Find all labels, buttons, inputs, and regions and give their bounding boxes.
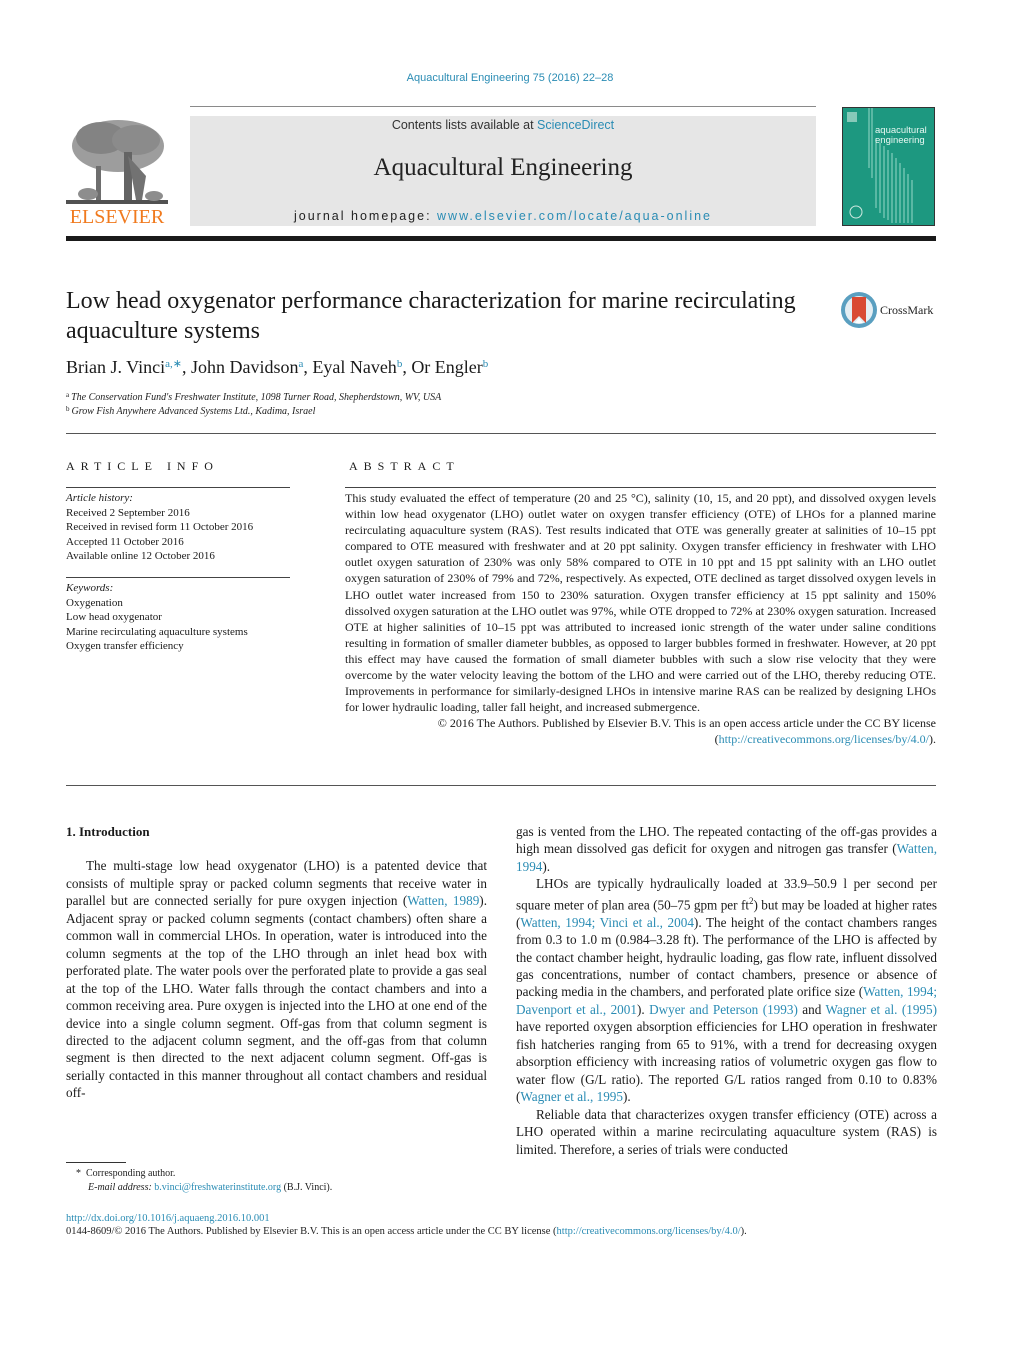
elsevier-wordmark[interactable]: ELSEVIER	[66, 206, 168, 229]
keywords: Keywords: Oxygenation Low head oxygenato…	[66, 581, 296, 654]
crossmark-icon	[841, 292, 877, 328]
author-list: Brian J. Vincia,∗, John Davidsona, Eyal …	[66, 357, 489, 377]
masthead-bottom-rule	[66, 236, 936, 241]
divider	[345, 487, 936, 488]
author-affiliation-marker[interactable]: b	[397, 358, 403, 370]
divider	[66, 785, 936, 786]
paragraph: Reliable data that characterizes oxygen …	[516, 1106, 937, 1157]
crossmark-badge[interactable]: CrossMark	[840, 291, 940, 331]
author-name[interactable]: Eyal Naveh	[312, 357, 396, 377]
citation-link[interactable]: Watten, 1994; Vinci et al., 2004	[520, 915, 694, 930]
cover-title: aquacultural engineering	[875, 125, 927, 146]
history-item: Received 2 September 2016	[66, 506, 190, 519]
keyword: Oxygenation	[66, 596, 123, 609]
author-name[interactable]: Or Engler	[411, 357, 482, 377]
article-info-heading: ARTICLE INFO	[66, 459, 219, 473]
paragraph: The multi-stage low head oxygenator (LHO…	[66, 858, 487, 1101]
crossmark-label: CrossMark	[880, 303, 934, 317]
paragraph: LHOs are typically hydraulically loaded …	[516, 876, 937, 1105]
citation-link[interactable]: Watten, 1989	[407, 893, 479, 908]
citation-link[interactable]: Watten, 1994	[516, 841, 937, 873]
contents-prefix: Contents lists available at	[391, 118, 538, 132]
homepage-prefix: journal homepage:	[294, 209, 438, 223]
issn-license-line: 0144-8609/© 2016 The Authors. Published …	[66, 1226, 747, 1237]
author-affiliation-marker[interactable]: b	[483, 358, 489, 370]
history-item: Received in revised form 11 October 2016	[66, 521, 254, 533]
divider	[66, 487, 290, 488]
author-affiliation-marker[interactable]: a	[298, 358, 303, 370]
article-history: Article history: Received 2 September 20…	[66, 491, 296, 564]
keywords-label: Keywords:	[66, 582, 114, 594]
sciencedirect-link[interactable]: ScienceDirect	[537, 118, 614, 132]
copyright-text: © 2016 The Authors. Published by Elsevie…	[437, 716, 936, 731]
footnote-divider	[66, 1162, 126, 1163]
abstract: This study evaluated the effect of tempe…	[345, 490, 936, 748]
cc-license-link[interactable]: http://creativecommons.org/licenses/by/4…	[719, 732, 929, 746]
history-item: Available online 12 October 2016	[66, 550, 215, 562]
body-column-right: gas is vented from the LHO. The repeated…	[516, 823, 937, 1158]
author-name[interactable]: Brian J. Vinci	[66, 357, 165, 377]
author-affiliation-marker[interactable]: a,∗	[165, 358, 182, 370]
abstract-copyright: © 2016 The Authors. Published by Elsevie…	[437, 716, 936, 747]
author-name[interactable]: John Davidson	[191, 357, 299, 377]
doi-link[interactable]: http://dx.doi.org/10.1016/j.aquaeng.2016…	[66, 1213, 270, 1224]
contents-line: Contents lists available at ScienceDirec…	[190, 118, 816, 132]
keyword: Marine recirculating aquaculture systems	[66, 625, 248, 638]
citation-link[interactable]: Dwyer and Peterson (1993)	[649, 1002, 798, 1017]
history-item: Accepted 11 October 2016	[66, 535, 184, 548]
footer-license-link[interactable]: http://creativecommons.org/licenses/by/4…	[557, 1226, 741, 1237]
section-heading: 1. Introduction	[66, 824, 150, 839]
keyword: Low head oxygenator	[66, 611, 162, 623]
citation-link[interactable]: Wagner et al. (1995)	[826, 1002, 937, 1017]
history-label: Article history:	[66, 492, 133, 504]
affiliation-b: b Grow Fish Anywhere Advanced Systems Ltd…	[66, 405, 316, 417]
divider	[66, 433, 936, 434]
keyword: Oxygen transfer efficiency	[66, 640, 184, 652]
abstract-text: This study evaluated the effect of tempe…	[345, 491, 936, 715]
superscript: 2	[749, 895, 754, 906]
article-title: Low head oxygenator performance characte…	[66, 288, 796, 344]
journal-homepage-link[interactable]: www.elsevier.com/locate/aqua-online	[437, 209, 712, 223]
homepage-line: journal homepage: www.elsevier.com/locat…	[190, 209, 816, 223]
affiliation-a: a The Conservation Fund's Freshwater Inst…	[66, 391, 442, 403]
abstract-heading: ABSTRACT	[349, 459, 460, 473]
email-link[interactable]: b.vinci@freshwaterinstitute.org	[154, 1182, 281, 1193]
journal-citation-link[interactable]: Aquacultural Engineering 75 (2016) 22–28	[0, 72, 1020, 84]
body-column-left: 1. Introduction The multi-stage low head…	[66, 823, 487, 1102]
divider	[66, 577, 290, 578]
paragraph: gas is vented from the LHO. The repeated…	[516, 824, 937, 874]
journal-cover-thumbnail[interactable]: aquacultural engineering	[842, 107, 935, 226]
email-note: E-mail address: b.vinci@freshwaterinstit…	[88, 1182, 333, 1193]
corresponding-author-note: * Corresponding author.	[76, 1168, 176, 1179]
citation-link[interactable]: Wagner et al., 1995	[520, 1089, 623, 1104]
header-divider	[190, 106, 816, 107]
journal-name: Aquacultural Engineering	[373, 154, 633, 181]
